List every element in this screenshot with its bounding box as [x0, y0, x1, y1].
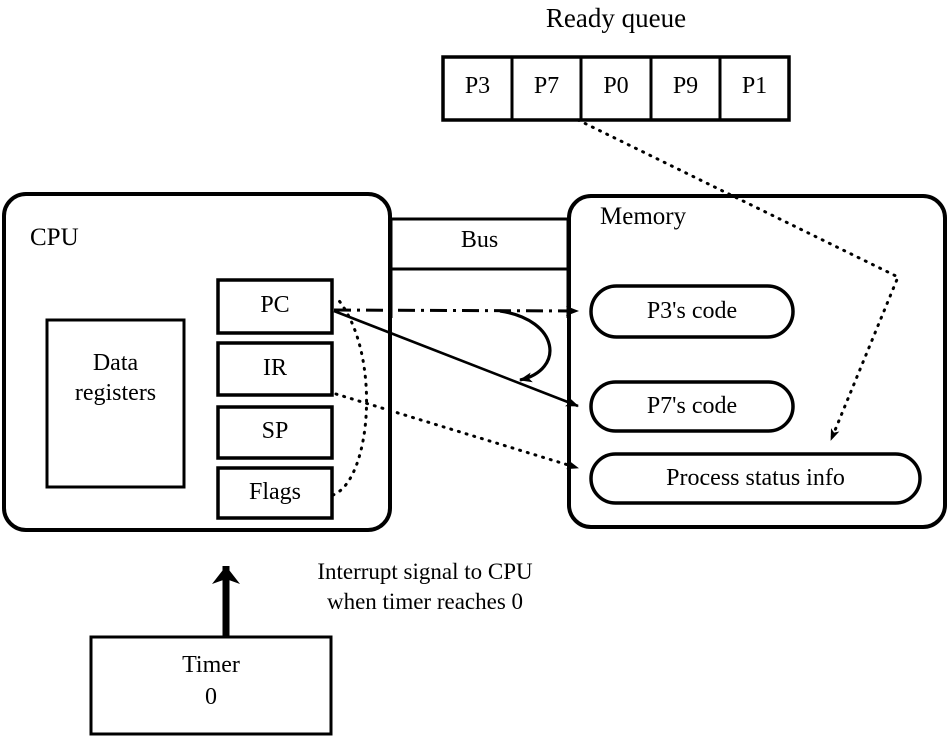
bus-outline: [389, 217, 570, 318]
connector-curved-loopback: [499, 309, 552, 383]
connector-pc-to-p3-code: [333, 305, 579, 316]
timer-box-outline: [89, 635, 333, 736]
ready-queue-outline: [441, 55, 791, 122]
data-registers-box-outline: [45, 318, 186, 489]
diagram-vector-layer: [2, 55, 947, 736]
diagram-canvas: Ready queue P3 P7 P0 P9 P1 CPU Data regi…: [0, 0, 949, 737]
